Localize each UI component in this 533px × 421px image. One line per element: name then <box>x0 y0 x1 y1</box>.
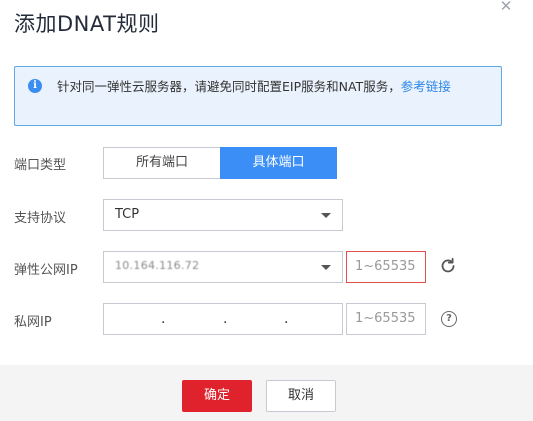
eip-value: 10.164.116.72 <box>115 259 200 272</box>
ip-separator: . <box>284 311 289 327</box>
add-dnat-rule-dialog: 添加DNAT规则 ✕ i 针对同一弹性云服务器，请避免同时配置EIP服务和NAT… <box>0 0 533 421</box>
private-port-input[interactable]: 1~65535 <box>346 303 426 335</box>
specific-port-option[interactable]: 具体端口 <box>220 147 337 179</box>
private-ip-input[interactable]: . . . <box>103 303 343 335</box>
reference-link[interactable]: 参考链接 <box>401 79 451 94</box>
dialog-footer: 确定 取消 <box>0 365 533 421</box>
eip-label: 弹性公网IP <box>14 263 78 278</box>
ip-separator: . <box>161 311 166 327</box>
notice-banner: i 针对同一弹性云服务器，请避免同时配置EIP服务和NAT服务，参考链接 <box>14 66 502 126</box>
all-ports-option[interactable]: 所有端口 <box>103 147 220 179</box>
notice-text: 针对同一弹性云服务器，请避免同时配置EIP服务和NAT服务，参考链接 <box>57 76 495 98</box>
protocol-value: TCP <box>115 207 140 222</box>
chevron-down-icon <box>321 213 331 218</box>
notice-message: 针对同一弹性云服务器，请避免同时配置EIP服务和NAT服务， <box>57 79 401 94</box>
public-port-input[interactable]: 1~65535 <box>346 251 426 283</box>
close-icon[interactable]: ✕ <box>498 0 514 14</box>
refresh-icon[interactable] <box>439 257 457 275</box>
info-icon: i <box>28 79 42 93</box>
confirm-button[interactable]: 确定 <box>182 380 252 412</box>
protocol-label: 支持协议 <box>14 211 67 226</box>
eip-select[interactable]: 10.164.116.72 <box>103 251 343 283</box>
dialog-title: 添加DNAT规则 <box>14 12 160 36</box>
private-ip-label: 私网IP <box>14 315 52 330</box>
cancel-button[interactable]: 取消 <box>266 380 336 412</box>
port-type-label: 端口类型 <box>14 158 67 173</box>
protocol-select[interactable]: TCP <box>103 199 343 231</box>
chevron-down-icon <box>321 265 331 270</box>
ip-separator: . <box>223 311 228 327</box>
help-icon[interactable]: ? <box>441 311 457 327</box>
port-type-segmented-control: 所有端口 具体端口 <box>103 147 337 179</box>
